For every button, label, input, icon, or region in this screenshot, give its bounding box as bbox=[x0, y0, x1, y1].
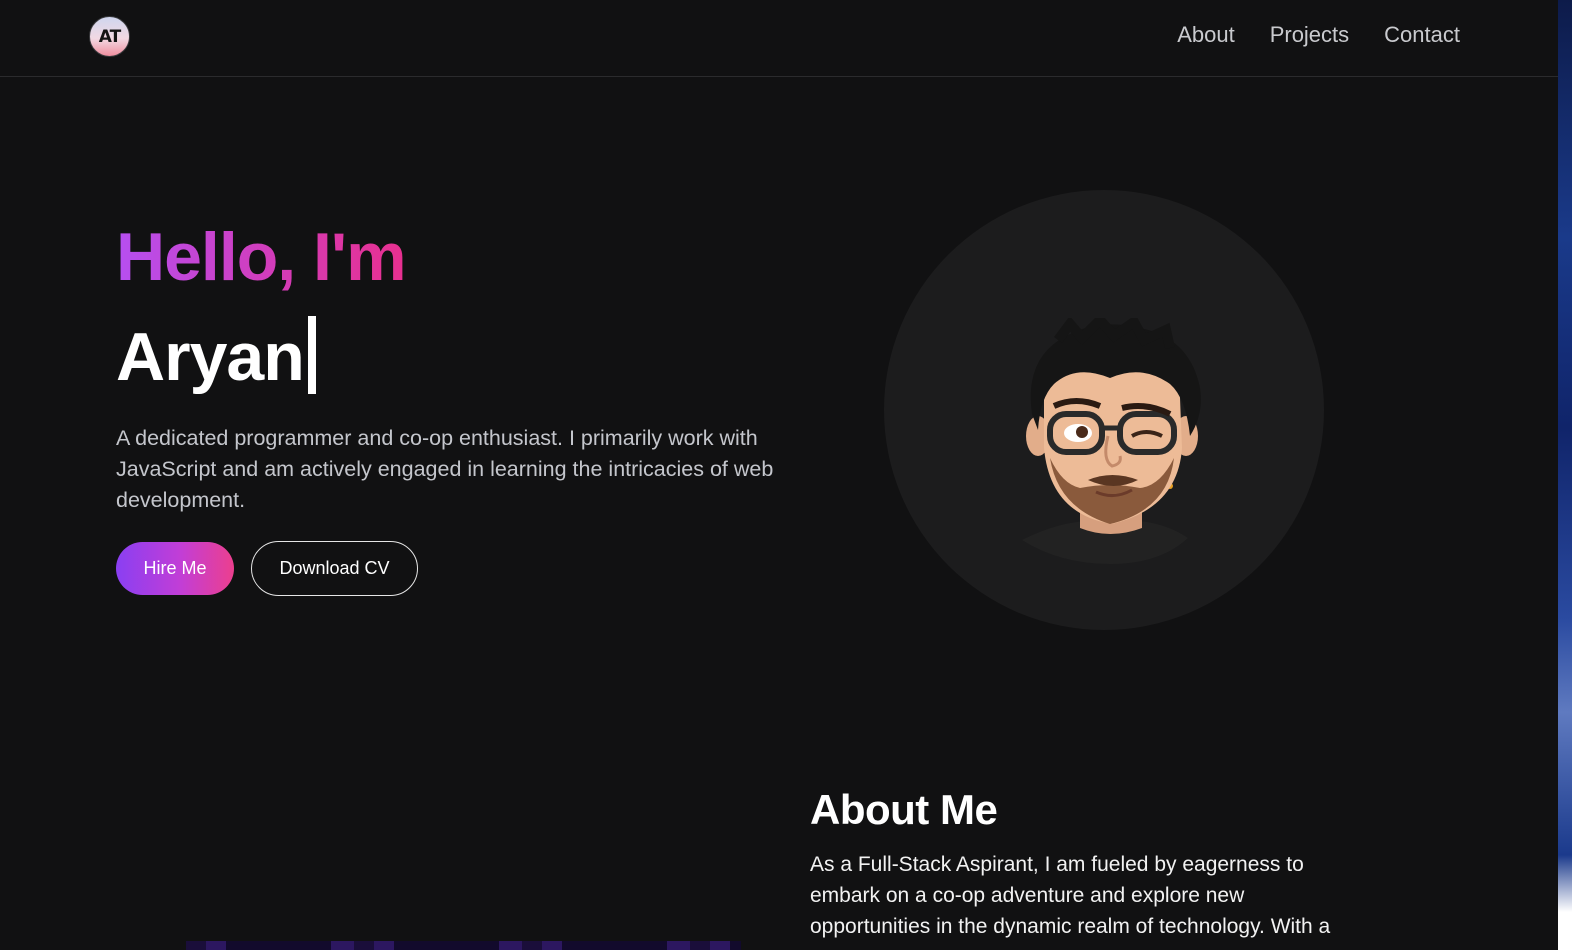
nav-contact-link[interactable]: Contact bbox=[1384, 22, 1460, 48]
logo[interactable]: AT bbox=[89, 16, 130, 57]
portfolio-page: AT About Projects Contact Hello, I'm Ary… bbox=[0, 0, 1572, 950]
about-image bbox=[186, 941, 741, 950]
nav-projects-link[interactable]: Projects bbox=[1270, 22, 1349, 48]
main-nav: About Projects Contact bbox=[1177, 22, 1460, 48]
nav-about-link[interactable]: About bbox=[1177, 22, 1235, 48]
hero-bio: A dedicated programmer and co-op enthusi… bbox=[116, 426, 774, 512]
adjacent-window-edge bbox=[1558, 0, 1572, 950]
hire-me-button[interactable]: Hire Me bbox=[116, 542, 234, 595]
avatar-image bbox=[1022, 318, 1201, 564]
hero-name-typed: Aryan bbox=[116, 316, 316, 396]
about-title: About Me bbox=[810, 786, 998, 833]
logo-text: AT bbox=[98, 26, 121, 47]
download-cv-button[interactable]: Download CV bbox=[251, 541, 418, 596]
hero-name: Aryan bbox=[116, 319, 305, 395]
site-header: AT About Projects Contact bbox=[0, 0, 1558, 77]
hero-greeting: Hello, I'm bbox=[116, 219, 407, 295]
about-text: As a Full-Stack Aspirant, I am fueled by… bbox=[810, 853, 1331, 938]
typing-caret bbox=[307, 316, 316, 394]
